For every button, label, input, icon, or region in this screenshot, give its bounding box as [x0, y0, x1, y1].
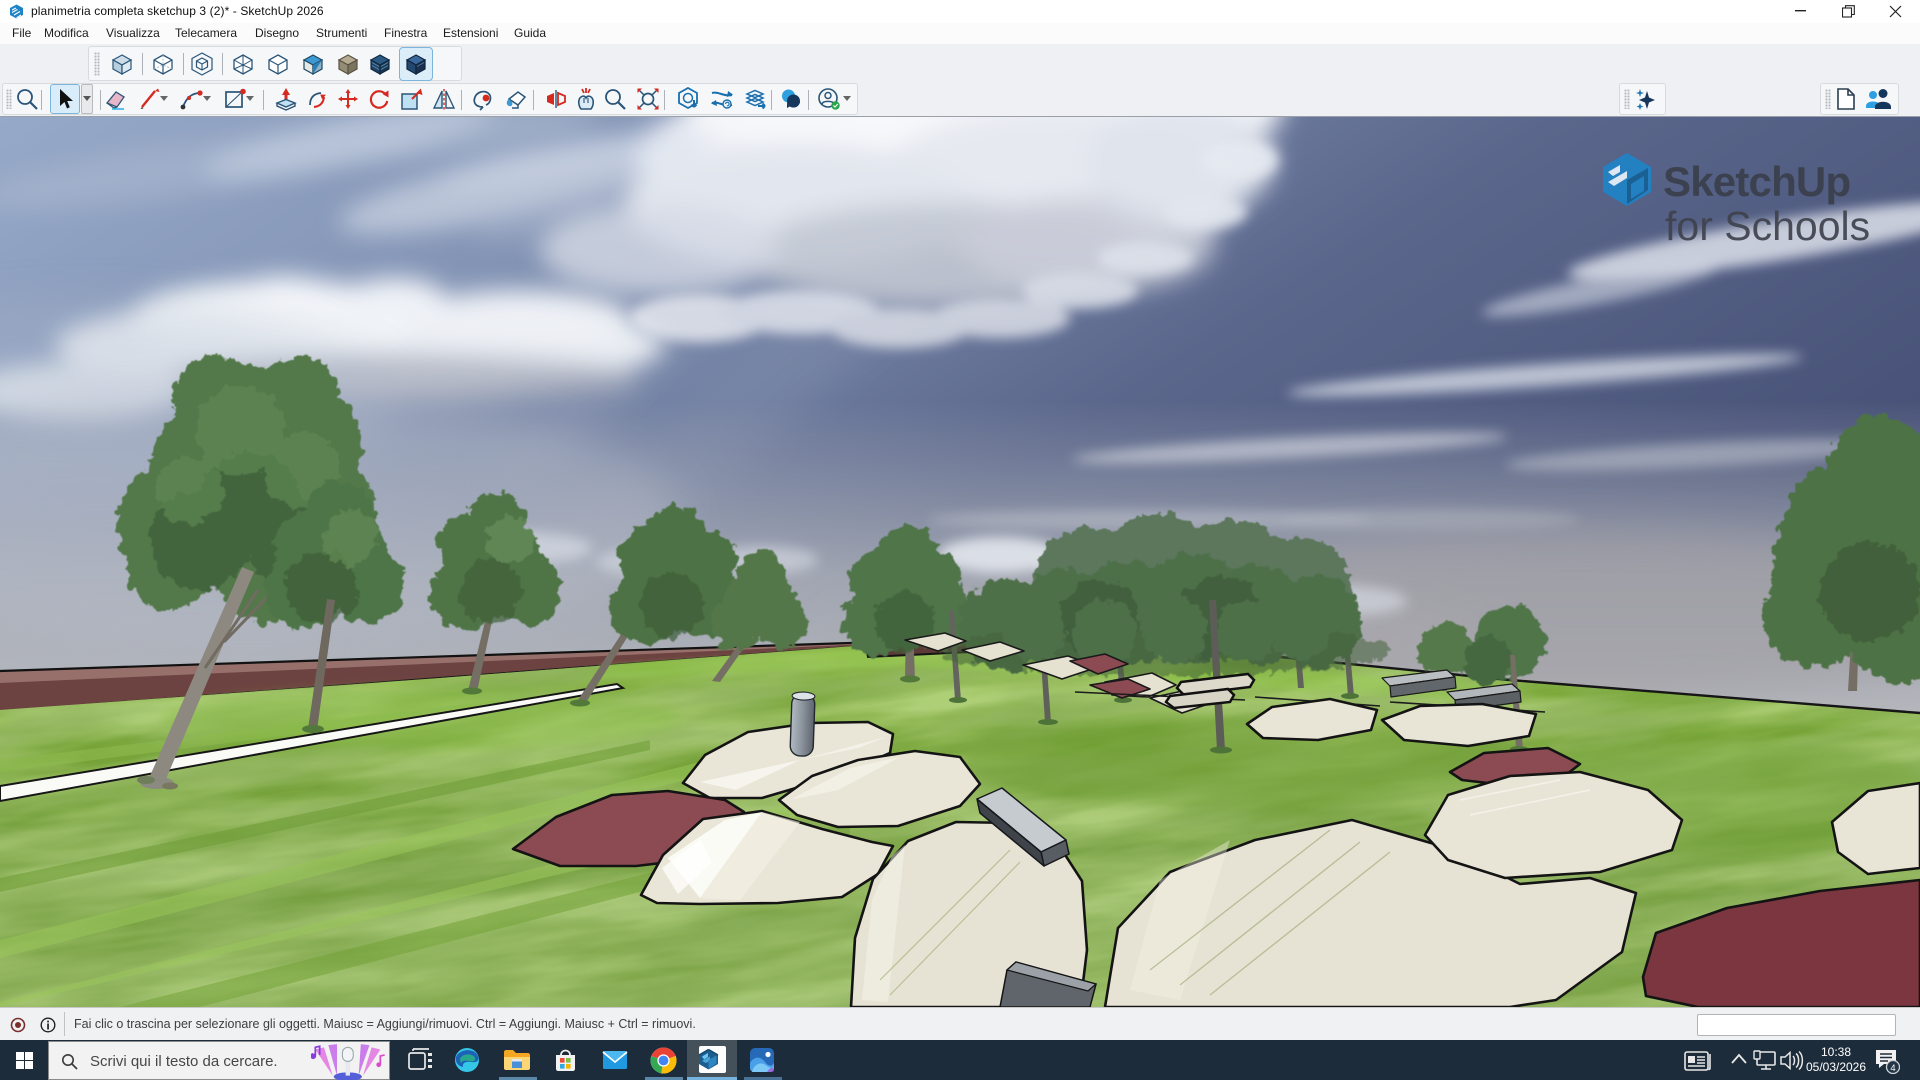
svg-text:SketchUp: SketchUp	[1663, 158, 1850, 205]
svg-text:for Schools: for Schools	[1665, 203, 1870, 249]
svg-text:4: 4	[1890, 1063, 1895, 1074]
